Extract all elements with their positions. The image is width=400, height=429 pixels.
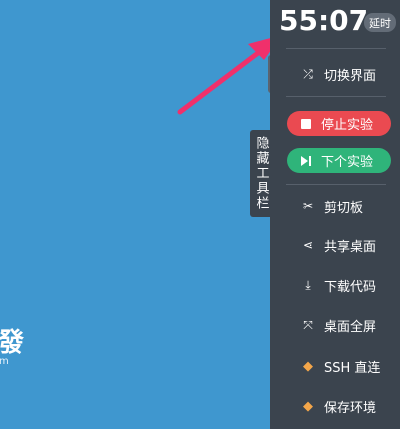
shuffle-icon: ⤮ bbox=[303, 66, 313, 81]
extend-time-button[interactable]: 延时 bbox=[364, 13, 396, 32]
divider bbox=[286, 48, 386, 49]
switch-view-button[interactable]: ⤮ 切换界面 bbox=[270, 62, 400, 86]
timer-row: 55:07 延时 bbox=[270, 0, 400, 45]
share-desktop-button[interactable]: ⋖ 共享桌面 bbox=[270, 233, 400, 257]
desktop-subtext: m bbox=[0, 356, 9, 367]
next-experiment-label: 下个实验 bbox=[321, 155, 374, 170]
divider bbox=[286, 96, 386, 97]
clipboard-label: 剪切板 bbox=[324, 200, 364, 216]
skip-next-icon bbox=[301, 155, 311, 166]
download-code-label: 下载代码 bbox=[324, 279, 377, 295]
ssh-connect-label: SSH 直连 bbox=[324, 360, 381, 376]
next-experiment-button[interactable]: 下个实验 bbox=[287, 148, 391, 173]
save-environment-label: 保存环境 bbox=[324, 400, 377, 416]
share-icon: ⋖ bbox=[302, 238, 314, 252]
save-environment-button[interactable]: ◆ 保存环境 bbox=[270, 394, 400, 418]
fullscreen-button[interactable]: ⤧ 桌面全屏 bbox=[270, 313, 400, 337]
hide-toolbar-button[interactable]: 隐藏工具栏 bbox=[250, 130, 272, 217]
switch-view-label: 切换界面 bbox=[324, 68, 377, 84]
desktop-text: 發 bbox=[0, 328, 25, 358]
fullscreen-icon: ⤧ bbox=[303, 317, 313, 332]
stop-experiment-button[interactable]: 停止实验 bbox=[287, 111, 391, 136]
stop-icon bbox=[301, 118, 311, 129]
divider bbox=[286, 184, 386, 185]
share-desktop-label: 共享桌面 bbox=[324, 239, 377, 255]
ssh-connect-button[interactable]: ◆ SSH 直连 bbox=[270, 354, 400, 378]
download-code-button[interactable]: ⤓ 下载代码 bbox=[270, 273, 400, 297]
scissors-icon: ✂ bbox=[302, 199, 314, 213]
gem-icon: ◆ bbox=[303, 398, 313, 414]
desktop-area[interactable]: 發 m bbox=[0, 0, 270, 429]
download-icon: ⤓ bbox=[305, 277, 311, 292]
hide-toolbar-label: 隐藏工具栏 bbox=[253, 136, 269, 211]
gem-icon: ◆ bbox=[303, 358, 313, 374]
stop-experiment-label: 停止实验 bbox=[321, 118, 374, 133]
sidebar: 55:07 延时 ⤮ 切换界面 停止实验 下个实验 ✂ 剪切板 ⋖ 共享桌面 ⤓… bbox=[270, 0, 400, 429]
fullscreen-label: 桌面全屏 bbox=[324, 319, 377, 335]
clipboard-button[interactable]: ✂ 剪切板 bbox=[270, 194, 400, 218]
countdown-timer: 55:07 bbox=[279, 4, 369, 37]
